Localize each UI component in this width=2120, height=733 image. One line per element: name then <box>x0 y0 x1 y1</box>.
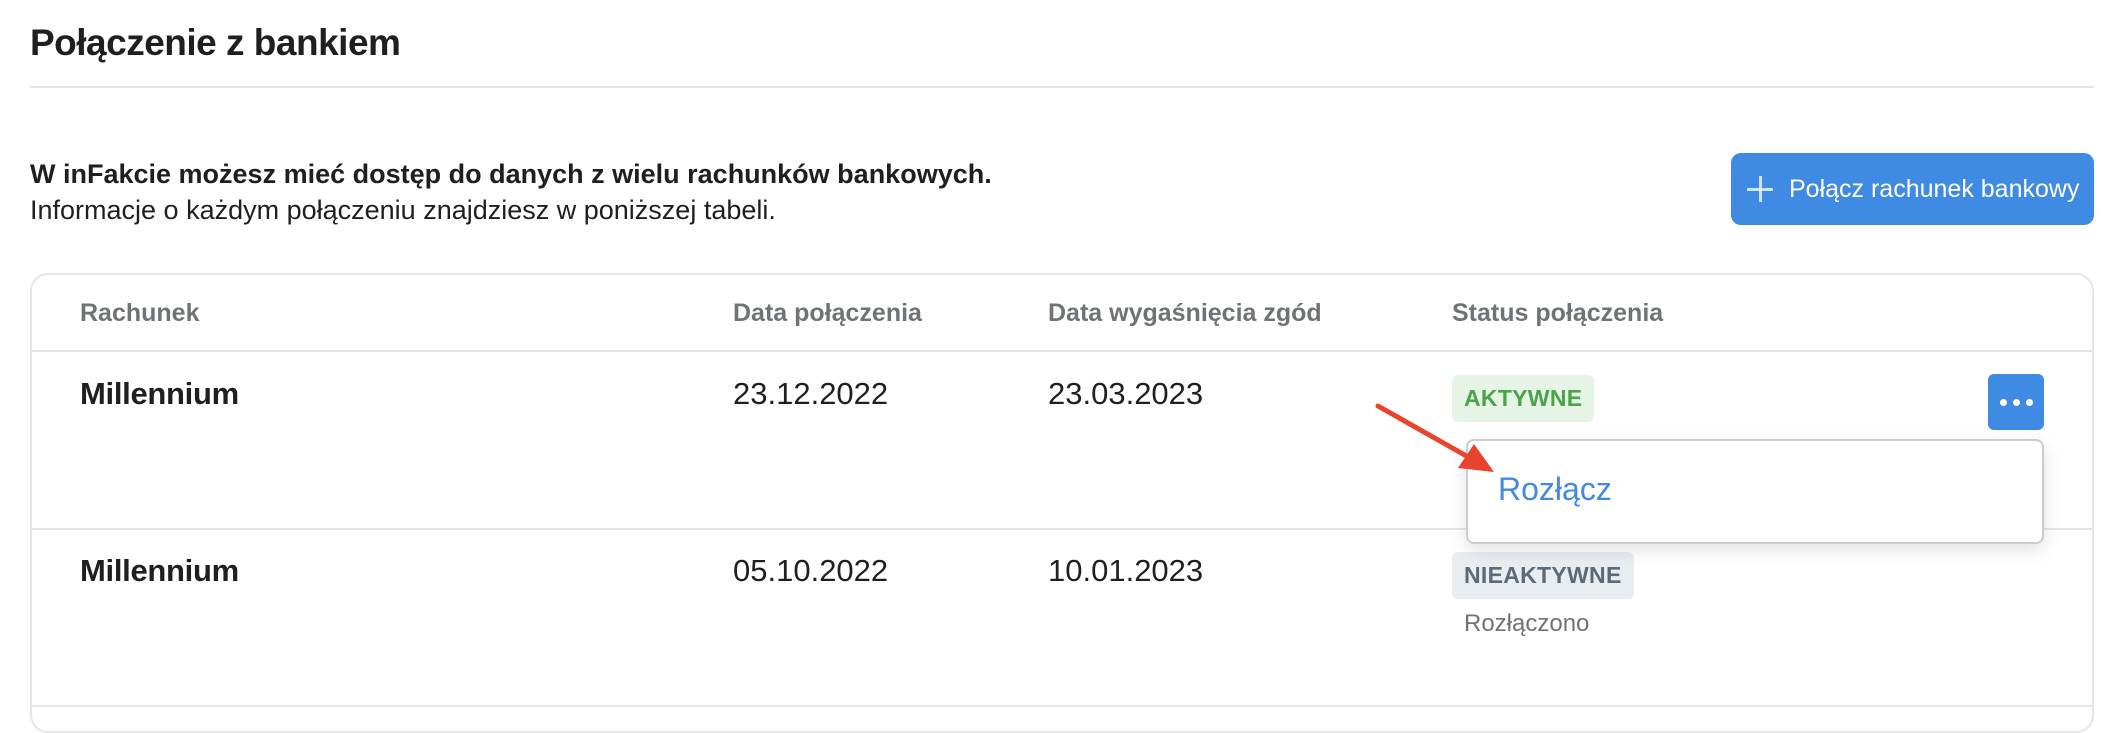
row-1-connected-date: 23.12.2022 <box>733 376 889 411</box>
row-actions-dropdown: Rozłącz <box>1466 439 2044 544</box>
row-2-status-badge: NIEAKTYWNE <box>1452 552 1634 599</box>
row-1-bank-name: Millennium <box>80 376 239 411</box>
title-divider <box>30 86 2094 88</box>
row-2-expiry-date: 10.01.2023 <box>1048 553 1204 588</box>
row-2-status-note: Rozłączono <box>1464 610 1590 637</box>
more-horizontal-icon-dot <box>2012 398 2020 406</box>
header-divider <box>32 350 2092 352</box>
column-header-status: Status połączenia <box>1452 299 1664 327</box>
intro-line: Informacje o każdym połączeniu znajdzies… <box>30 195 776 225</box>
intro-text: W inFakcie możesz mieć dostęp do danych … <box>30 156 992 228</box>
row-divider <box>32 705 2092 707</box>
more-horizontal-icon-dot <box>2025 398 2033 406</box>
plus-icon <box>1747 176 1773 202</box>
page-title: Połączenie z bankiem <box>30 22 401 63</box>
row-2-connected-date: 05.10.2022 <box>733 553 889 588</box>
row-1-expiry-date: 23.03.2023 <box>1048 376 1204 411</box>
connect-bank-account-button[interactable]: Połącz rachunek bankowy <box>1731 153 2094 225</box>
more-horizontal-icon <box>1999 398 2007 406</box>
annotation-arrow-icon <box>1375 403 1494 472</box>
row-2-bank-name: Millennium <box>80 553 239 588</box>
disconnect-menu-item[interactable]: Rozłącz <box>1498 471 1612 508</box>
row-1-more-actions-button[interactable] <box>1988 374 2044 430</box>
column-header-account: Rachunek <box>80 299 200 327</box>
connect-bank-account-label: Połącz rachunek bankowy <box>1789 174 2080 203</box>
intro-bold-line: W inFakcie możesz mieć dostęp do danych … <box>30 159 992 189</box>
column-header-consent-expiry: Data wygaśnięcia zgód <box>1048 299 1322 327</box>
column-header-connected-date: Data połączenia <box>733 299 922 327</box>
